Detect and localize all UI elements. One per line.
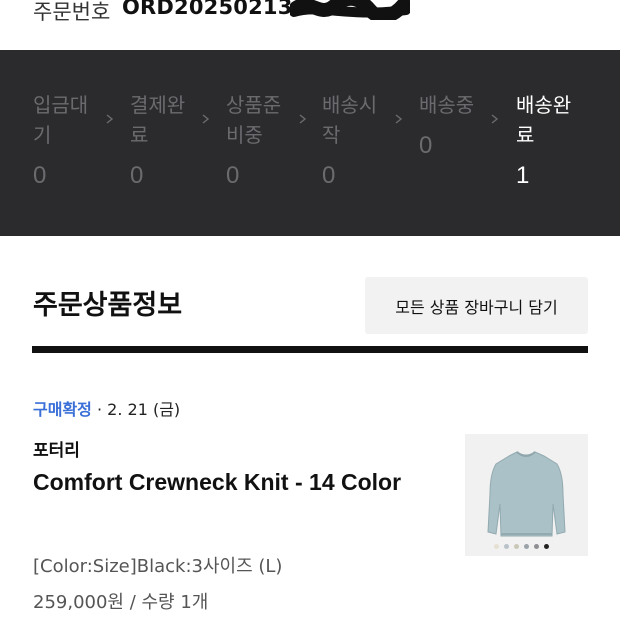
chevron-right-icon xyxy=(299,114,307,124)
chevron-right-icon xyxy=(202,114,210,124)
chevron-right-icon xyxy=(491,114,499,124)
sweater-image xyxy=(487,451,566,537)
purchase-confirmed-badge: 구매확정 xyxy=(33,400,92,419)
status-step-count: 1 xyxy=(516,162,530,189)
status-step-label: 배송중 xyxy=(419,93,475,117)
color-swatch xyxy=(524,544,529,549)
color-swatch xyxy=(504,544,509,549)
status-step-label: 배송완료 xyxy=(516,93,572,147)
chevron-right-icon xyxy=(106,114,114,124)
confirmed-date: · 2. 21 (금) xyxy=(96,400,181,419)
add-all-to-cart-button[interactable]: 모든 상품 장바구니 담기 xyxy=(365,277,588,334)
item-option: [Color:Size]Black:3사이즈 (L) xyxy=(33,556,283,577)
status-step-label: 결제완료 xyxy=(130,93,186,147)
status-step-shipping-start: 배송시작 0 xyxy=(322,90,402,189)
status-step-label: 배송시작 xyxy=(322,93,378,147)
order-number: ORD20250213- xyxy=(122,0,302,19)
status-step-pending-deposit: 입금대기 0 xyxy=(33,90,113,189)
status-step-delivered: 배송완료 1 xyxy=(516,90,596,189)
item-price-quantity: 259,000원 / 수량 1개 xyxy=(33,592,209,613)
color-swatch xyxy=(494,544,499,549)
status-step-count: 0 xyxy=(226,162,240,189)
status-step-payment-complete: 결제완료 0 xyxy=(130,90,210,189)
item-brand[interactable]: 포터리 xyxy=(33,436,80,461)
color-swatch xyxy=(514,544,519,549)
status-step-count: 0 xyxy=(419,132,433,159)
order-number-label: 주문번호 xyxy=(33,0,111,24)
color-swatch xyxy=(544,544,549,549)
order-header: 주문번호 ORD20250213- xyxy=(0,0,620,50)
status-step-count: 0 xyxy=(322,162,336,189)
item-status-line: 구매확정 · 2. 21 (금) xyxy=(33,396,180,420)
order-status-panel: 입금대기 0 결제완료 0 상품준비중 0 배송시작 0 배송중 0 배송완료 … xyxy=(0,50,620,236)
status-step-count: 0 xyxy=(33,162,47,189)
color-swatch xyxy=(534,544,539,549)
product-thumbnail[interactable] xyxy=(465,434,588,556)
status-step-label: 입금대기 xyxy=(33,93,89,147)
item-name[interactable]: Comfort Crewneck Knit - 14 Color xyxy=(33,464,438,500)
status-step-preparing: 상품준비중 0 xyxy=(226,90,306,189)
redaction-scribble xyxy=(290,0,410,20)
status-step-count: 0 xyxy=(130,162,144,189)
order-items-title: 주문상품정보 xyxy=(33,290,183,321)
section-divider xyxy=(32,346,588,353)
chevron-right-icon xyxy=(395,114,403,124)
status-step-label: 상품준비중 xyxy=(226,93,282,147)
status-step-in-transit: 배송중 0 xyxy=(419,90,499,159)
